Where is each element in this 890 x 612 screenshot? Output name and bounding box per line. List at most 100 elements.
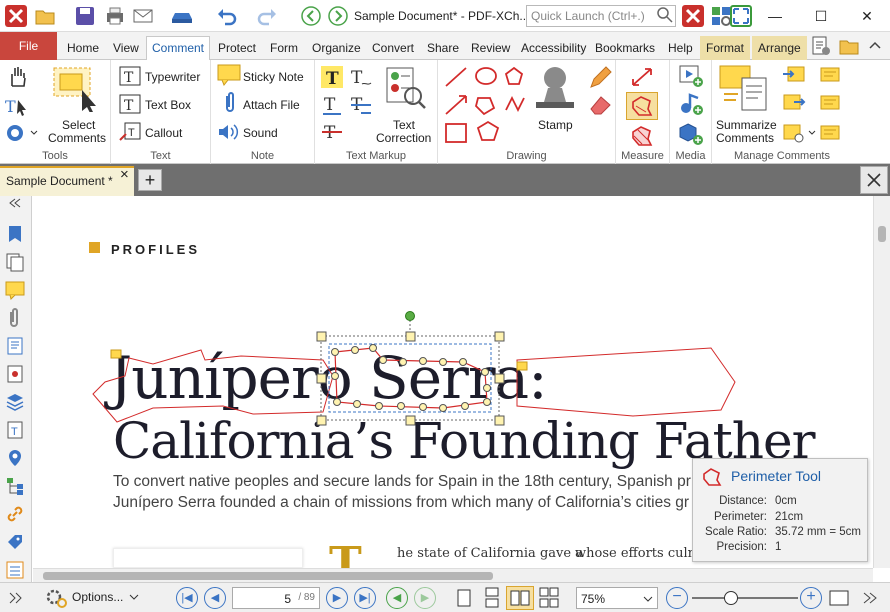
text-correction-label2[interactable]: Correction (376, 131, 431, 145)
page-number-field[interactable]: 5 / 89 (232, 587, 320, 609)
video-add-icon[interactable] (678, 64, 704, 88)
comment-styles-icon[interactable] (782, 122, 818, 144)
horizontal-scrollbar[interactable] (33, 568, 873, 582)
sidebar-collapse-icon[interactable] (5, 198, 25, 208)
tab-bookmarks[interactable]: Bookmarks (589, 36, 661, 60)
select-comments-label[interactable]: Select (62, 118, 95, 132)
content-icon[interactable] (5, 336, 25, 356)
sound-button[interactable]: Sound (243, 126, 278, 140)
back-icon[interactable] (300, 5, 322, 27)
replace-text-icon[interactable]: T (349, 94, 373, 116)
new-tab-button[interactable]: + (138, 169, 162, 191)
area-tool-icon[interactable] (630, 124, 654, 146)
destinations-icon[interactable] (5, 364, 25, 384)
tab-help[interactable]: Help (662, 36, 699, 60)
zoom-slider[interactable] (692, 597, 798, 599)
summarize-comments-label2[interactable]: Comments (716, 131, 774, 145)
redo-icon[interactable] (256, 5, 278, 27)
undo-icon[interactable] (216, 5, 238, 27)
signatures-icon[interactable] (5, 448, 25, 468)
comments-panel-icon[interactable] (5, 280, 25, 300)
eraser-icon[interactable] (588, 94, 612, 116)
scan-icon[interactable] (170, 5, 192, 27)
music-add-icon[interactable] (678, 92, 704, 116)
fit-width-icon[interactable] (828, 589, 850, 607)
underline-text-icon[interactable]: T (321, 94, 343, 116)
last-page-button[interactable]: ▶| (354, 587, 376, 609)
document-tab[interactable]: Sample Document * × (0, 166, 134, 196)
status-menu-icon[interactable] (860, 589, 880, 607)
attachments-icon[interactable] (5, 308, 25, 328)
callout-button[interactable]: Callout (145, 126, 182, 140)
tab-file[interactable]: File (0, 32, 57, 60)
fullscreen-icon[interactable] (730, 5, 752, 27)
export-comments-icon[interactable] (782, 92, 806, 114)
open-folder-icon[interactable] (34, 5, 56, 27)
single-page-icon[interactable] (452, 587, 474, 609)
minimize-button[interactable]: — (752, 0, 798, 32)
text-correction-label[interactable]: Text (393, 118, 415, 132)
tab-comment[interactable]: Comment (146, 36, 211, 61)
tab-view[interactable]: View (107, 36, 145, 60)
two-page-continuous-icon[interactable] (538, 587, 560, 609)
tab-review[interactable]: Review (465, 36, 516, 60)
import-comments-icon[interactable] (782, 64, 806, 86)
tab-format[interactable]: Format (700, 36, 751, 60)
hand-tool-icon[interactable] (6, 64, 28, 88)
perimeter-tool-icon[interactable] (630, 94, 654, 118)
tab-accessibility[interactable]: Accessibility (515, 36, 592, 60)
sticky-note-list-icon[interactable] (820, 122, 842, 144)
quick-launch-input[interactable]: Quick Launch (Ctrl+.) (526, 5, 676, 27)
distance-tool-icon[interactable] (630, 66, 654, 88)
two-page-icon[interactable] (509, 587, 531, 609)
strikethrough-text-icon[interactable]: T (321, 122, 343, 144)
sticky-note-button[interactable]: Sticky Note (243, 70, 304, 84)
select-comments-icon[interactable] (52, 66, 102, 112)
sticky-note-icon[interactable] (217, 64, 241, 86)
ribbon-collapse-icon[interactable] (866, 35, 884, 57)
highlight-text-icon[interactable]: T (321, 66, 343, 88)
layers-icon[interactable] (5, 392, 25, 412)
tab-home[interactable]: Home (61, 36, 105, 60)
tab-form[interactable]: Form (264, 36, 304, 60)
callout-icon[interactable]: T (119, 122, 141, 142)
horizontal-scroll-thumb[interactable] (43, 572, 493, 580)
articles-icon[interactable]: T (5, 420, 25, 440)
stamp-button[interactable]: Stamp (538, 118, 573, 132)
status-collapse-icon[interactable] (6, 591, 26, 605)
zoom-tool-icon[interactable] (4, 122, 38, 144)
bookmarks-icon[interactable] (5, 224, 25, 244)
app-logo-icon[interactable] (682, 5, 704, 27)
sticky-note-list-icon[interactable] (820, 92, 842, 114)
pages-icon[interactable] (5, 252, 25, 272)
zoom-slider-thumb[interactable] (724, 591, 738, 605)
select-text-icon[interactable]: T (4, 95, 32, 117)
tab-organize[interactable]: Organize (306, 36, 367, 60)
forward-view-button[interactable]: ▶ (414, 587, 436, 609)
attach-file-button[interactable]: Attach File (243, 98, 300, 112)
sticky-note-list-icon[interactable] (820, 64, 842, 86)
pencil-icon[interactable] (588, 66, 612, 90)
structure-icon[interactable] (5, 476, 25, 496)
save-icon[interactable] (74, 5, 96, 27)
3d-model-add-icon[interactable] (678, 122, 704, 146)
speaker-icon[interactable] (217, 122, 241, 142)
summarize-comments-label[interactable]: Summarize (716, 118, 777, 132)
close-button[interactable]: ✕ (844, 0, 890, 32)
text-box-icon[interactable]: T (119, 94, 141, 114)
properties-icon[interactable] (5, 560, 25, 580)
close-document-button[interactable] (860, 166, 888, 194)
folder-settings-icon[interactable] (838, 35, 860, 57)
zoom-select[interactable]: 75% (576, 587, 658, 609)
next-page-button[interactable]: ▶ (326, 587, 348, 609)
chevron-down-icon[interactable] (128, 592, 140, 602)
email-icon[interactable] (132, 5, 154, 27)
tab-share[interactable]: Share (421, 36, 465, 60)
tags-icon[interactable] (5, 532, 25, 552)
options-button[interactable]: Options... (72, 590, 123, 604)
typewriter-icon[interactable]: T (119, 66, 141, 86)
tab-arrange[interactable]: Arrange (752, 36, 807, 60)
tab-convert[interactable]: Convert (366, 36, 420, 60)
search-icon[interactable] (656, 6, 674, 24)
select-comments-label2[interactable]: Comments (48, 131, 106, 145)
